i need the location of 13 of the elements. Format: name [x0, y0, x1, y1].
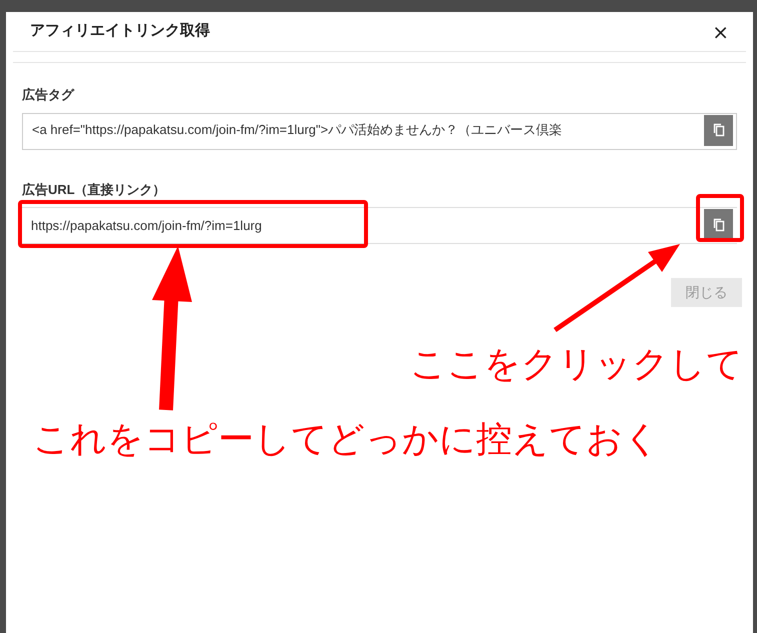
field-label: 広告URL（直接リンク）	[22, 180, 166, 198]
field-label: 広告タグ	[22, 86, 74, 104]
dialog-title: アフィリエイトリンク取得	[30, 21, 210, 42]
textarea-field[interactable]: <a href="https://papakatsu.com/join-fm/?im=1lurg">パパ活始めませんか？（ユニバース倶楽	[22, 112, 737, 150]
copy-icon	[712, 218, 724, 232]
annotation-text: これをコピーしてどっかに控えておく	[33, 417, 660, 461]
input-field[interactable]: https://papakatsu.com/join-fm/?im=1lurg	[22, 207, 737, 244]
close-button[interactable]: ×	[712, 22, 729, 42]
annotation-text: ここをクリックして	[410, 342, 743, 386]
copy-button[interactable]	[704, 114, 733, 146]
copy-button[interactable]	[704, 209, 733, 240]
highlight-frame	[696, 194, 744, 242]
copy-icon	[712, 123, 724, 137]
